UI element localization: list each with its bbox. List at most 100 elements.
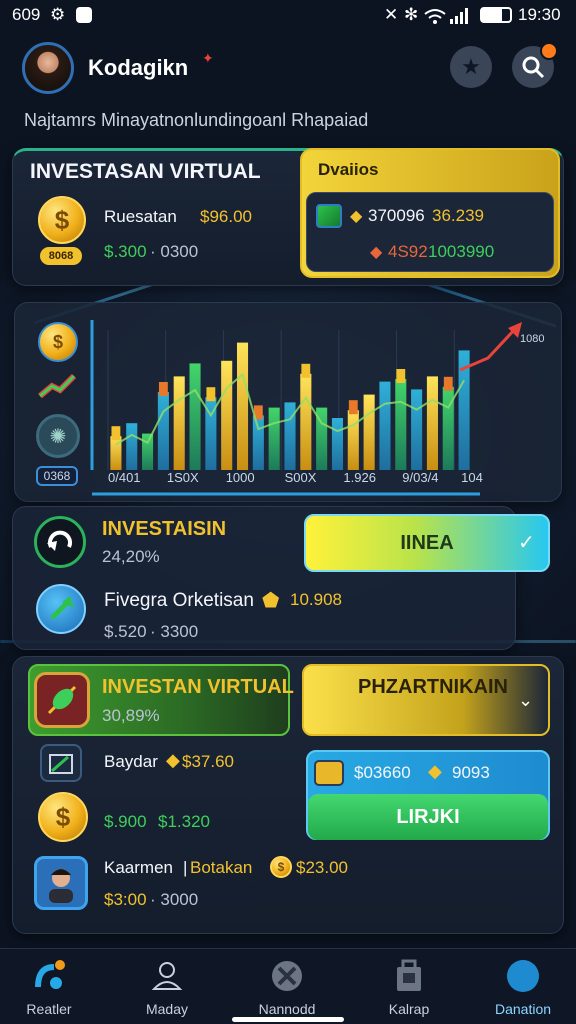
chart-bar: [395, 379, 407, 470]
user-avatar-icon[interactable]: [34, 856, 88, 910]
candle-marker: [348, 400, 358, 415]
chart-bar: [221, 360, 233, 470]
coin-icon[interactable]: $: [38, 322, 78, 362]
chart-icon: [30, 957, 68, 995]
x-tick-label: 0/401: [108, 470, 141, 485]
chart-bar: [363, 394, 375, 470]
portfolio-row-3-sub-2: · 3000: [150, 890, 199, 909]
portfolio-row-2-green: $.900: [104, 812, 147, 831]
home-indicator: [232, 1017, 344, 1022]
battery-icon: [480, 7, 512, 23]
details-value-4: 1003990: [428, 242, 495, 261]
chevron-down-icon: ⌄: [518, 690, 534, 710]
chart-bar: [331, 418, 344, 470]
box-value-2: 9093: [452, 763, 490, 782]
chart-bar: [411, 389, 423, 470]
invest-row-value: 10.908: [290, 590, 342, 609]
gem-icon: ◆: [166, 750, 180, 770]
gem-icon: ◆: [428, 761, 442, 781]
chart-bar: [268, 407, 280, 470]
divider-pipe: |: [183, 858, 188, 877]
candle-marker: [301, 363, 311, 378]
gem-icon: ◆: [350, 208, 363, 225]
x-tick-label: 104: [461, 470, 483, 485]
invest-action-button[interactable]: IINEA: [304, 514, 550, 572]
tab-reatler[interactable]: Reatler: [0, 957, 104, 1017]
portfolio-dropdown-label: PHZARTNIKAIN: [358, 676, 508, 698]
status-bar: 609 ⚙ ✕ ✻ 19:30: [0, 0, 576, 30]
chart-bar: [236, 342, 249, 470]
chart-bar: [173, 376, 185, 470]
star-icon: ★: [461, 54, 481, 79]
portfolio-row-1-label: Baydar: [104, 752, 158, 771]
tab-nannodd[interactable]: Nannodd: [232, 957, 342, 1017]
x-tick-label: 1.926: [343, 470, 376, 485]
portfolio-row-3-value: $23.00: [296, 858, 348, 877]
x-tick-label: S00X: [285, 470, 317, 485]
invest-title: INVESTAISIN: [102, 518, 227, 540]
portfolio-percent: 30,89%: [102, 706, 160, 725]
candle-marker: [396, 369, 406, 383]
wifi-icon: [424, 9, 446, 24]
notification-dot: [540, 42, 558, 60]
tab-label: Reatler: [26, 1001, 72, 1017]
gem-icon: ◆: [370, 244, 383, 261]
tab-label: Danation: [494, 1001, 552, 1017]
portfolio-row-1-value: $37.60: [182, 752, 234, 771]
chart-bar: [426, 376, 438, 470]
portfolio-action-button[interactable]: LIRJKI: [308, 794, 548, 840]
compass-icon: [504, 957, 542, 995]
calendar-icon: [40, 744, 82, 782]
details-title: Dvaiios: [318, 160, 379, 179]
gem-icon: ⬟: [262, 590, 280, 612]
chart-icon: [316, 204, 342, 228]
chart-bar: [300, 373, 312, 470]
check-icon: ✓: [518, 532, 535, 554]
app-status-icon: [76, 7, 92, 23]
favorites-button[interactable]: ★: [450, 46, 492, 88]
details-value-1: 370096: [368, 206, 425, 225]
invest-sub-value-2: · 3300: [150, 622, 199, 641]
mute-icon: ✕: [384, 5, 399, 24]
summary-title: INVESTASAN VIRTUAL: [30, 160, 261, 183]
tab-maday[interactable]: Maday: [112, 957, 222, 1017]
refresh-icon[interactable]: [34, 516, 86, 568]
bluetooth-icon: ✻: [404, 5, 419, 24]
portfolio-action-label: LIRJKI: [396, 805, 460, 828]
leaf-icon: [34, 672, 90, 728]
tab-danation[interactable]: Danation: [468, 957, 576, 1017]
chart-bar: [189, 363, 201, 470]
candle-marker: [158, 382, 168, 396]
portfolio-row-3-sub: $3:00: [104, 890, 147, 909]
details-value-2: 36.239: [432, 206, 484, 225]
summary-sub-green: $.300: [104, 242, 147, 261]
x-tick-label: 1S0X: [167, 470, 199, 485]
coin-badge: 8068: [40, 247, 82, 265]
invest-percent: 24,20%: [102, 547, 160, 566]
status-time: 19:30: [518, 5, 561, 24]
chart-bar: [252, 415, 264, 470]
avatar[interactable]: [22, 42, 74, 94]
globe-icon[interactable]: ✺: [36, 414, 80, 458]
x-tick-label: 1000: [226, 470, 255, 485]
tab-kalrap[interactable]: Kalrap: [354, 957, 464, 1017]
header-subtitle: Najtamrs Minayatnonlundingoanl Rhapaiad: [24, 110, 369, 130]
verified-badge-icon: ✦: [202, 50, 214, 66]
summary-row-value: $96.00: [200, 207, 252, 226]
search-icon: [522, 56, 545, 79]
portfolio-row-2-white: $1.320: [158, 812, 210, 831]
x-tick-label: 9/03/4: [402, 470, 438, 485]
signal-icon: [450, 8, 468, 24]
invest-row-label: Fivegra Orketisan: [104, 590, 254, 611]
candle-marker: [111, 426, 121, 441]
status-left-text: 609: [12, 5, 41, 24]
portfolio-dropdown[interactable]: [302, 664, 550, 736]
chart-bar: [379, 381, 391, 470]
summary-row-label: Ruesatan: [104, 207, 177, 226]
bottom-tab-bar: Reatler Maday Nannodd Kalrap Danation: [0, 948, 576, 1024]
trend-icon[interactable]: [38, 370, 78, 404]
box-value-1: $03660: [354, 763, 411, 782]
bar-chart: 0/401 1S0X 1000 S00X 1.926 9/03/4 104 1080: [90, 320, 544, 496]
coin-icon: $: [38, 792, 88, 842]
arrow-icon[interactable]: [36, 584, 86, 634]
